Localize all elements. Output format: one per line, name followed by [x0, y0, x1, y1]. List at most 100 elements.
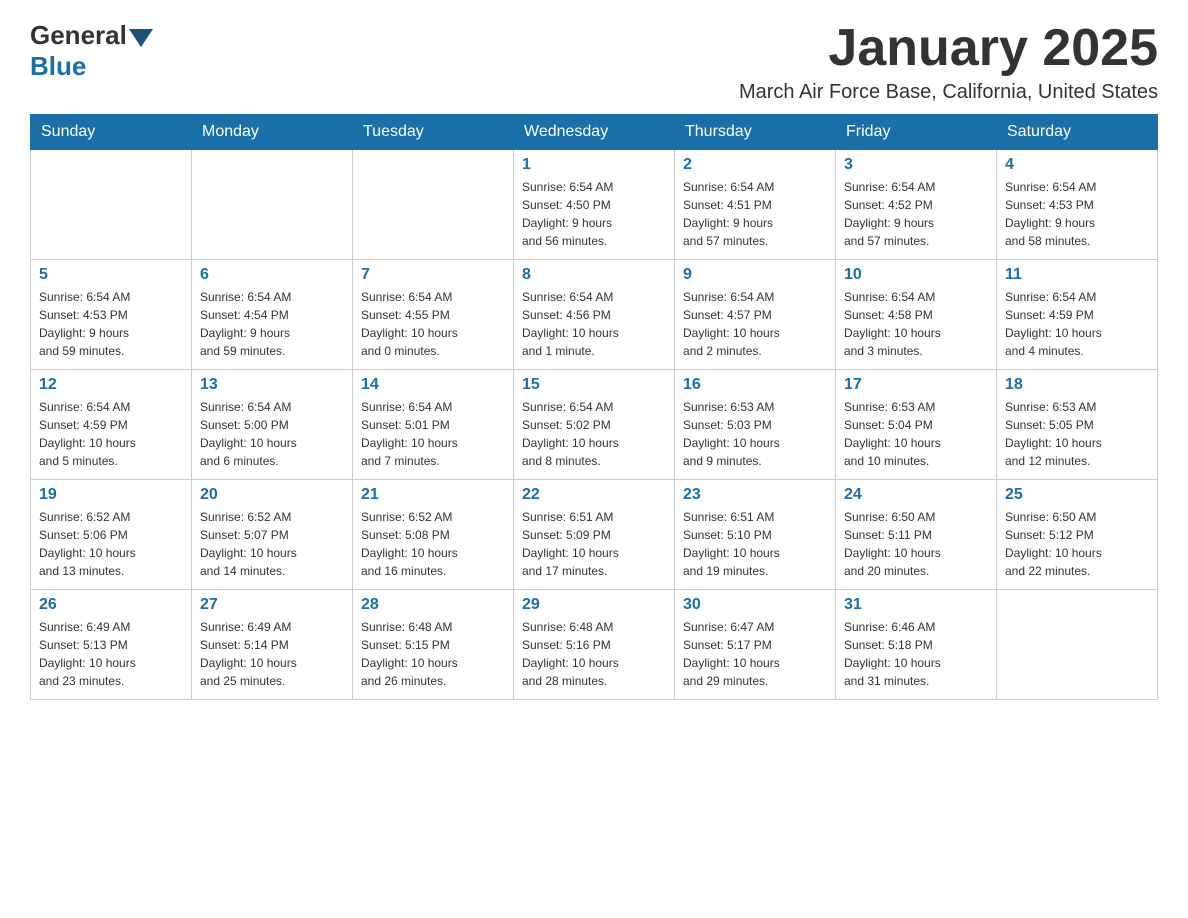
calendar-cell	[997, 590, 1158, 700]
calendar-cell: 20Sunrise: 6:52 AM Sunset: 5:07 PM Dayli…	[192, 480, 353, 590]
page-header: General Blue January 2025 March Air Forc…	[30, 20, 1158, 104]
calendar-header-thursday: Thursday	[675, 115, 836, 150]
calendar-week-3: 12 Sunrise: 6:54 AM Sunset: 4:59 PM Dayli…	[31, 370, 1158, 480]
calendar-cell: 15 Sunrise: 6:54 AM Sunset: 5:02 PM Dayli…	[514, 370, 675, 480]
calendar-cell: 31 Sunrise: 6:46 AM Sunset: 5:18 PM Dayli…	[836, 590, 997, 700]
month-title: January 2025	[739, 20, 1158, 77]
day-number: 13	[200, 376, 344, 394]
day-number: 27	[200, 596, 344, 614]
day-info: Sunrise: 6:52 AM Sunset: 5:07 PM Dayligh…	[200, 508, 344, 580]
day-info: Sunrise: 6:54 AM Sunset: 4:52 PM Dayligh…	[844, 178, 988, 250]
day-info: Sunrise: 6:54 AM Sunset: 4:55 PM Dayligh…	[361, 288, 505, 360]
day-info: Sunrise: 6:54 AM Sunset: 4:51 PM Dayligh…	[683, 178, 827, 250]
day-info: Sunrise: 6:54 AM Sunset: 5:02 PM Dayligh…	[522, 398, 666, 470]
logo-blue-text: Blue	[30, 51, 86, 82]
day-number: 16	[683, 376, 827, 394]
day-info: Sunrise: 6:48 AM Sunset: 5:16 PM Dayligh…	[522, 618, 666, 690]
calendar-cell: 25 Sunrise: 6:50 AM Sunset: 5:12 PM Dayli…	[997, 480, 1158, 590]
calendar-cell: 12 Sunrise: 6:54 AM Sunset: 4:59 PM Dayli…	[31, 370, 192, 480]
day-number: 6	[200, 266, 344, 284]
day-number: 30	[683, 596, 827, 614]
day-number: 29	[522, 596, 666, 614]
location-text: March Air Force Base, California, United…	[739, 81, 1158, 104]
day-info: Sunrise: 6:54 AM Sunset: 4:59 PM Dayligh…	[1005, 288, 1149, 360]
day-info: Sunrise: 6:51 AM Sunset: 5:09 PM Dayligh…	[522, 508, 666, 580]
calendar-cell	[353, 150, 514, 260]
calendar-cell: 29 Sunrise: 6:48 AM Sunset: 5:16 PM Dayli…	[514, 590, 675, 700]
day-info: Sunrise: 6:54 AM Sunset: 4:53 PM Dayligh…	[39, 288, 183, 360]
logo: General Blue	[30, 20, 153, 82]
day-number: 22	[522, 486, 666, 504]
day-number: 2	[683, 156, 827, 174]
day-number: 14	[361, 376, 505, 394]
calendar-cell: 28Sunrise: 6:48 AM Sunset: 5:15 PM Dayli…	[353, 590, 514, 700]
calendar-header-friday: Friday	[836, 115, 997, 150]
logo-general-text: General	[30, 20, 127, 51]
calendar-cell: 5 Sunrise: 6:54 AM Sunset: 4:53 PM Daylig…	[31, 260, 192, 370]
calendar-header-wednesday: Wednesday	[514, 115, 675, 150]
day-number: 21	[361, 486, 505, 504]
day-number: 4	[1005, 156, 1149, 174]
calendar-cell	[192, 150, 353, 260]
day-number: 31	[844, 596, 988, 614]
day-info: Sunrise: 6:53 AM Sunset: 5:03 PM Dayligh…	[683, 398, 827, 470]
calendar-cell: 26 Sunrise: 6:49 AM Sunset: 5:13 PM Dayli…	[31, 590, 192, 700]
title-block: January 2025 March Air Force Base, Calif…	[739, 20, 1158, 104]
calendar-week-5: 26 Sunrise: 6:49 AM Sunset: 5:13 PM Dayli…	[31, 590, 1158, 700]
calendar-cell: 9Sunrise: 6:54 AM Sunset: 4:57 PM Daylig…	[675, 260, 836, 370]
day-number: 7	[361, 266, 505, 284]
day-info: Sunrise: 6:54 AM Sunset: 4:56 PM Dayligh…	[522, 288, 666, 360]
day-info: Sunrise: 6:51 AM Sunset: 5:10 PM Dayligh…	[683, 508, 827, 580]
day-info: Sunrise: 6:52 AM Sunset: 5:08 PM Dayligh…	[361, 508, 505, 580]
day-info: Sunrise: 6:50 AM Sunset: 5:11 PM Dayligh…	[844, 508, 988, 580]
calendar-cell: 8Sunrise: 6:54 AM Sunset: 4:56 PM Daylig…	[514, 260, 675, 370]
logo-triangle-icon	[129, 29, 153, 47]
day-number: 26	[39, 596, 183, 614]
calendar-table: SundayMondayTuesdayWednesdayThursdayFrid…	[30, 114, 1158, 700]
calendar-cell: 18 Sunrise: 6:53 AM Sunset: 5:05 PM Dayli…	[997, 370, 1158, 480]
day-info: Sunrise: 6:46 AM Sunset: 5:18 PM Dayligh…	[844, 618, 988, 690]
day-number: 23	[683, 486, 827, 504]
calendar-cell: 27Sunrise: 6:49 AM Sunset: 5:14 PM Dayli…	[192, 590, 353, 700]
day-info: Sunrise: 6:53 AM Sunset: 5:05 PM Dayligh…	[1005, 398, 1149, 470]
day-number: 18	[1005, 376, 1149, 394]
calendar-cell	[31, 150, 192, 260]
calendar-cell: 4 Sunrise: 6:54 AM Sunset: 4:53 PM Daylig…	[997, 150, 1158, 260]
day-info: Sunrise: 6:53 AM Sunset: 5:04 PM Dayligh…	[844, 398, 988, 470]
day-number: 12	[39, 376, 183, 394]
calendar-cell: 2 Sunrise: 6:54 AM Sunset: 4:51 PM Daylig…	[675, 150, 836, 260]
day-number: 10	[844, 266, 988, 284]
day-info: Sunrise: 6:50 AM Sunset: 5:12 PM Dayligh…	[1005, 508, 1149, 580]
day-number: 11	[1005, 266, 1149, 284]
day-number: 28	[361, 596, 505, 614]
calendar-cell: 6Sunrise: 6:54 AM Sunset: 4:54 PM Daylig…	[192, 260, 353, 370]
calendar-cell: 24 Sunrise: 6:50 AM Sunset: 5:11 PM Dayli…	[836, 480, 997, 590]
day-number: 9	[683, 266, 827, 284]
day-info: Sunrise: 6:49 AM Sunset: 5:13 PM Dayligh…	[39, 618, 183, 690]
calendar-header-monday: Monday	[192, 115, 353, 150]
calendar-header-sunday: Sunday	[31, 115, 192, 150]
calendar-week-2: 5 Sunrise: 6:54 AM Sunset: 4:53 PM Daylig…	[31, 260, 1158, 370]
calendar-cell: 3Sunrise: 6:54 AM Sunset: 4:52 PM Daylig…	[836, 150, 997, 260]
day-info: Sunrise: 6:54 AM Sunset: 5:01 PM Dayligh…	[361, 398, 505, 470]
day-number: 5	[39, 266, 183, 284]
day-info: Sunrise: 6:54 AM Sunset: 4:58 PM Dayligh…	[844, 288, 988, 360]
calendar-cell: 30Sunrise: 6:47 AM Sunset: 5:17 PM Dayli…	[675, 590, 836, 700]
day-info: Sunrise: 6:54 AM Sunset: 4:59 PM Dayligh…	[39, 398, 183, 470]
calendar-cell: 14 Sunrise: 6:54 AM Sunset: 5:01 PM Dayli…	[353, 370, 514, 480]
day-number: 24	[844, 486, 988, 504]
calendar-header-row: SundayMondayTuesdayWednesdayThursdayFrid…	[31, 115, 1158, 150]
calendar-header-tuesday: Tuesday	[353, 115, 514, 150]
day-info: Sunrise: 6:54 AM Sunset: 4:53 PM Dayligh…	[1005, 178, 1149, 250]
calendar-week-4: 19Sunrise: 6:52 AM Sunset: 5:06 PM Dayli…	[31, 480, 1158, 590]
day-number: 15	[522, 376, 666, 394]
calendar-cell: 19Sunrise: 6:52 AM Sunset: 5:06 PM Dayli…	[31, 480, 192, 590]
day-info: Sunrise: 6:54 AM Sunset: 5:00 PM Dayligh…	[200, 398, 344, 470]
calendar-cell: 17Sunrise: 6:53 AM Sunset: 5:04 PM Dayli…	[836, 370, 997, 480]
calendar-cell: 13 Sunrise: 6:54 AM Sunset: 5:00 PM Dayli…	[192, 370, 353, 480]
day-number: 1	[522, 156, 666, 174]
day-info: Sunrise: 6:52 AM Sunset: 5:06 PM Dayligh…	[39, 508, 183, 580]
calendar-cell: 22 Sunrise: 6:51 AM Sunset: 5:09 PM Dayli…	[514, 480, 675, 590]
day-number: 25	[1005, 486, 1149, 504]
calendar-cell: 1Sunrise: 6:54 AM Sunset: 4:50 PM Daylig…	[514, 150, 675, 260]
